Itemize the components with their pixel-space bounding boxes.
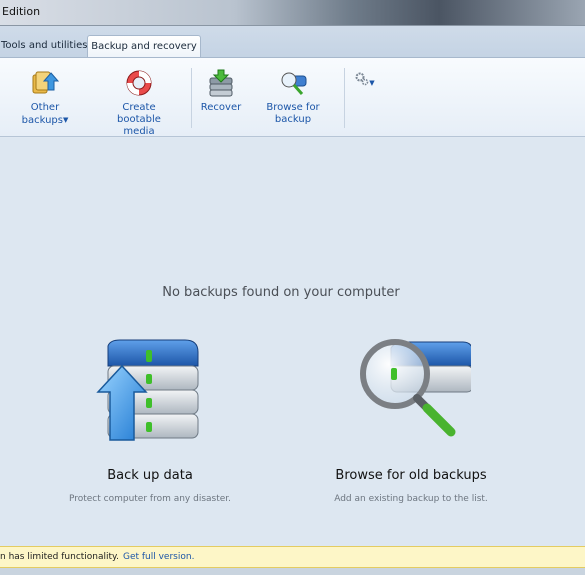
other-backups-icon (32, 71, 60, 94)
title-bar: Edition (0, 0, 585, 26)
create-bootable-media-label: Create bootable media (117, 102, 161, 137)
browse-old-backups-label: Browse for old backups (335, 468, 487, 483)
browse-for-backup-label: Browse for backup (266, 102, 320, 125)
ribbon-toolbar: Other backups▼ Create bootable media Rec… (0, 57, 585, 137)
back-up-data-label: Back up data (107, 468, 193, 483)
ribbon-separator (344, 68, 345, 128)
magnifier-icon (281, 72, 307, 95)
create-bootable-media-button[interactable]: Create bootable media (99, 68, 179, 138)
other-backups-button[interactable]: Other backups▼ (6, 68, 84, 127)
tab-strip: Tools and utilities Backup and recovery (0, 26, 585, 59)
chevron-down-icon: ▼ (62, 116, 69, 124)
backup-drives-icon (96, 339, 199, 441)
recover-label: Recover (200, 102, 242, 113)
lifebuoy-icon (126, 70, 152, 96)
ribbon-separator (191, 68, 192, 128)
empty-state-message: No backups found on your computer (162, 285, 400, 300)
main-panel: No backups found on your computer Back u… (0, 138, 585, 546)
back-up-data-action[interactable]: Back up data Protect computer from any d… (30, 338, 270, 504)
settings-dropdown-button[interactable]: ▼ (352, 72, 378, 90)
window-title: Edition (2, 5, 41, 18)
other-backups-label: Other backups (21, 102, 63, 126)
gear-icon (355, 72, 369, 86)
trial-info-text: n has limited functionality. (0, 552, 119, 562)
chevron-down-icon: ▼ (369, 79, 375, 87)
browse-old-backups-description: Add an existing backup to the list. (334, 494, 488, 504)
tab-tools-and-utilities[interactable]: Tools and utilities (0, 35, 95, 59)
trial-info-bar: n has limited functionality. Get full ver… (0, 546, 585, 568)
tab-backup-and-recovery[interactable]: Backup and recovery (87, 35, 201, 59)
magnifier-drive-icon (360, 339, 471, 437)
bottom-strip (0, 568, 585, 575)
back-up-data-description: Protect computer from any disaster. (68, 494, 232, 504)
recover-icon (209, 69, 233, 97)
recover-button[interactable]: Recover (198, 68, 244, 114)
get-full-version-link[interactable]: Get full version. (123, 552, 194, 562)
browse-for-backup-button[interactable]: Browse for backup (250, 68, 336, 126)
browse-old-backups-action[interactable]: Browse for old backups Add an existing b… (291, 338, 531, 504)
